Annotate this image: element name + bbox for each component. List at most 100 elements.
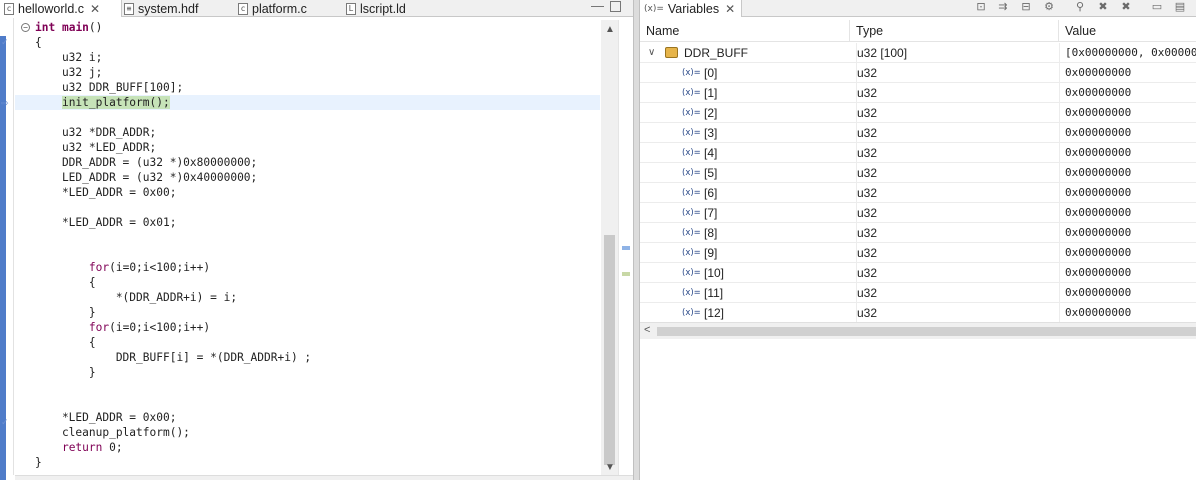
variable-type: u32 [857,86,878,100]
variable-row[interactable]: (x)= [5] u32 0x00000000 [640,163,1196,183]
code-line[interactable]: DDR_BUFF[i] = *(DDR_ADDR+i) ; [15,350,600,365]
code-line[interactable]: init_platform(); [15,95,600,110]
code-line[interactable]: *LED_ADDR = 0x01; [15,215,600,230]
code-line[interactable]: − int main() [15,20,600,35]
scroll-up-icon[interactable]: ▲ [605,24,615,35]
remove-all-icon[interactable]: ✖ [1119,1,1133,14]
variable-name-cell: (x)= [2] [640,103,850,123]
column-header-name[interactable]: Name [640,20,850,42]
variable-row[interactable]: (x)= [1] u32 0x00000000 [640,83,1196,103]
code-line[interactable]: u32 *DDR_ADDR; [15,125,600,140]
code-line[interactable]: { [15,275,600,290]
variable-name: [11] [704,286,724,300]
tab-variables[interactable]: (x)= Variables ✕ [640,0,743,17]
show-logical-structure-icon[interactable]: ⇉ [996,1,1010,14]
scrollbar-thumb[interactable] [657,327,1196,336]
variable-type: u32 [857,106,878,120]
scroll-down-icon[interactable]: ▼ [605,462,615,473]
code-line[interactable]: cleanup_platform(); [15,425,600,440]
minimize-icon[interactable]: — [591,0,604,13]
variable-value: 0x00000000 [1059,283,1196,303]
chevron-down-icon[interactable]: ∨ [648,43,655,63]
tab-helloworld-c[interactable]: c helloworld.c ✕ [0,0,122,17]
tab-platform-c[interactable]: c platform.c [238,0,307,17]
column-header-type[interactable]: Type [850,20,1059,42]
pane-splitter[interactable] [633,0,640,480]
variable-type-cell: u32 [856,283,1056,303]
new-view-icon[interactable]: ▭ [1150,1,1164,14]
editor-horizontal-scrollbar[interactable] [15,475,633,480]
variable-row[interactable]: (x)= [12] u32 0x00000000 [640,303,1196,323]
code-line[interactable]: u32 DDR_BUFF[100]; [15,80,600,95]
code-token: () [88,21,103,34]
variable-row[interactable]: (x)= [9] u32 0x00000000 [640,243,1196,263]
code-line[interactable]: for(i=0;i<100;i++) [15,260,600,275]
pin-icon[interactable]: ⚲ [1073,1,1087,14]
close-icon[interactable]: ✕ [725,2,735,16]
code-line[interactable]: for(i=0;i<100;i++) [15,320,600,335]
code-line[interactable]: u32 *LED_ADDR; [15,140,600,155]
code-token: 0; [102,441,123,454]
code-line[interactable]: LED_ADDR = (u32 *)0x40000000; [15,170,600,185]
variable-row[interactable]: (x)= [8] u32 0x00000000 [640,223,1196,243]
variable-type-cell: u32 [856,223,1056,243]
code-line[interactable]: } [15,305,600,320]
editor-vertical-scrollbar[interactable]: ▲ ▼ [601,20,618,475]
tab-lscript-ld[interactable]: L lscript.ld [346,0,406,17]
select-all-icon[interactable]: ⚙ [1042,1,1056,14]
variables-table-header: Name Type Value [640,20,1196,42]
scrollbar-thumb[interactable] [604,235,615,465]
code-line[interactable]: { [15,35,600,50]
overview-ruler[interactable] [618,20,633,475]
variable-type: u32 [857,266,878,280]
collapse-icon[interactable]: − [21,23,30,32]
variable-row-root[interactable]: ∨ DDR_BUFF u32 [100] [0x00000000, 0x0000000… [640,43,1196,63]
code-line[interactable]: *LED_ADDR = 0x00; [15,410,600,425]
variables-horizontal-scrollbar[interactable]: < [640,322,1196,339]
variable-name-cell: (x)= [10] [640,263,850,283]
variable-name: DDR_BUFF [684,46,749,60]
code-line[interactable]: DDR_ADDR = (u32 *)0x80000000; [15,155,600,170]
code-line[interactable]: } [15,455,600,470]
variable-row[interactable]: (x)= [11] u32 0x00000000 [640,283,1196,303]
variable-row[interactable]: (x)= [7] u32 0x00000000 [640,203,1196,223]
collapse-all-icon[interactable]: ⊟ [1019,1,1033,14]
variables-view: (x)= Variables ✕ ⊡ ⇉ ⊟ ⚙ ⚲ ✖ ✖ ▭ ▤ Name … [640,0,1196,480]
code-line[interactable]: } [15,365,600,380]
maximize-icon[interactable] [610,1,621,12]
variable-value: 0x00000000 [1059,303,1196,323]
code-line[interactable]: return 0; [15,440,600,455]
overview-marker[interactable] [622,246,630,250]
variable-row[interactable]: (x)= [3] u32 0x00000000 [640,123,1196,143]
variable-type-cell: u32 [856,143,1056,163]
variable-row[interactable]: (x)= [4] u32 0x00000000 [640,143,1196,163]
instruction-pointer-icon: ⇨ [1,98,9,108]
code-line[interactable]: u32 i; [15,50,600,65]
variable-row[interactable]: (x)= [2] u32 0x00000000 [640,103,1196,123]
editor-vertical-ruler[interactable]: ✓ ⇨ ✓ [0,18,14,480]
remove-icon[interactable]: ✖ [1096,1,1110,14]
variable-row[interactable]: (x)= [10] u32 0x00000000 [640,263,1196,283]
scroll-left-icon[interactable]: < [644,324,650,336]
code-token: u32 i; [35,51,103,64]
view-menu-icon[interactable]: ▤ [1173,1,1187,14]
variable-row[interactable]: (x)= [0] u32 0x00000000 [640,63,1196,83]
variable-type-cell: u32 [856,83,1056,103]
variable-icon: (x)= [682,308,701,318]
code-line[interactable]: *LED_ADDR = 0x00; [15,185,600,200]
variable-type-cell: u32 [856,63,1056,83]
code-line[interactable]: { [15,335,600,350]
code-text-area[interactable]: − int main(){ u32 i; u32 j; u32 DDR_BUFF[… [15,20,600,475]
column-header-value[interactable]: Value [1059,20,1196,42]
editor-tab-bar: c helloworld.c ✕ ≡ system.hdf c platform… [0,0,633,17]
variable-icon: (x)= [682,288,701,298]
tab-system-hdf[interactable]: ≡ system.hdf [124,0,198,17]
variable-type-cell: u32 [856,303,1056,323]
show-type-names-icon[interactable]: ⊡ [974,1,988,14]
overview-marker[interactable] [622,272,630,276]
code-line[interactable]: u32 j; [15,65,600,80]
code-line[interactable]: *(DDR_ADDR+i) = i; [15,290,600,305]
variable-row[interactable]: (x)= [6] u32 0x00000000 [640,183,1196,203]
close-icon[interactable]: ✕ [90,2,100,16]
